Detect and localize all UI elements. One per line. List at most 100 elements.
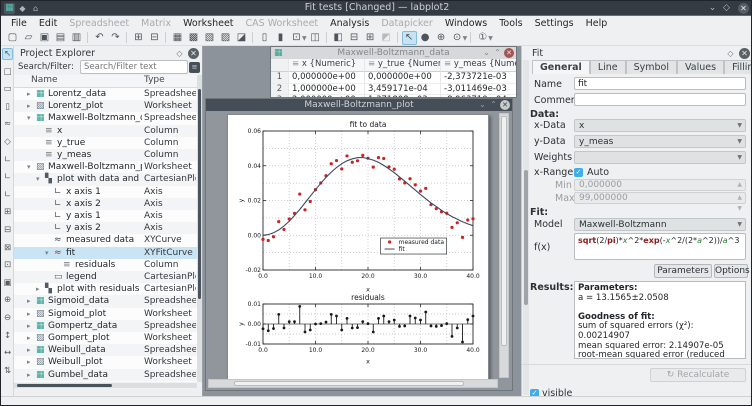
new-datapicker-icon[interactable]: ◪ xyxy=(234,31,249,45)
search-input[interactable] xyxy=(80,60,188,74)
add-xy-curve-tool-icon[interactable]: ≈ xyxy=(2,118,13,130)
collapse-icon[interactable]: ▾ xyxy=(27,161,31,173)
max-field[interactable]: 99,000000▲▼ xyxy=(574,192,746,204)
tree-header-name[interactable]: Name xyxy=(31,75,58,85)
cell[interactable]: -8,963710e-04 xyxy=(441,95,516,97)
auto-checkbox[interactable]: ✓ xyxy=(574,168,583,177)
cell[interactable]: -3,011469e-03 xyxy=(441,84,516,96)
close-dock-icon[interactable]: ✕ xyxy=(739,48,750,59)
expand-horizontal-tool-icon[interactable]: ↔ xyxy=(2,347,13,359)
name-field[interactable] xyxy=(574,77,746,90)
tree-item-maxwell-boltzmann-data[interactable]: ▾▦Maxwell-Boltzmann_dataSpreadsheet xyxy=(14,112,197,124)
worksheet-window[interactable]: Maxwell-Boltzmann_plot ⌄ ⌃ ✕ fit to data… xyxy=(205,98,513,391)
expand-vertical-tool-icon[interactable]: ↕ xyxy=(2,330,13,342)
window-titlebar[interactable]: ▦ ◆ ⌂ Fit tests [Changed] — labplot2 ⌄ ◇… xyxy=(1,1,752,16)
column-header-y_meas[interactable]: ≡ y_meas {Numeric} xyxy=(441,59,516,72)
redo-icon[interactable]: ↷ xyxy=(108,31,123,45)
add-axis-tool-icon[interactable]: ∟ xyxy=(2,154,13,166)
filter-options-button[interactable]: ≡ xyxy=(189,62,200,73)
tree-header[interactable]: Name Type xyxy=(14,75,197,88)
add-symbol-tool-icon[interactable]: ◇ xyxy=(2,136,13,148)
worksheet-horizontal-scrollbar[interactable] xyxy=(208,379,498,388)
model-combo[interactable]: Maxwell-Boltzmann▼ xyxy=(574,218,746,231)
zoom-out-tool-icon[interactable]: ⊟ xyxy=(2,224,13,236)
results-box[interactable]: Parameters:a = 13.1565±2.0508 Goodness o… xyxy=(574,281,746,359)
split-top-bottom-icon[interactable]: ⊟ xyxy=(347,31,362,45)
tree-header-type[interactable]: Type xyxy=(144,75,165,85)
zoom-in-tool-icon[interactable]: ⊞ xyxy=(2,206,13,218)
expand-icon[interactable]: ▸ xyxy=(27,356,31,368)
spreadsheet-restore-icon[interactable]: ⌃ xyxy=(492,47,503,59)
zoom-fit-selection-tool-icon[interactable]: ▣ xyxy=(2,277,13,289)
expand-icon[interactable]: ▸ xyxy=(27,344,31,356)
zoom-origin-tool-icon[interactable]: ⊠ xyxy=(2,242,13,254)
open-project-icon[interactable]: ▱ xyxy=(21,31,36,45)
new-project-icon[interactable]: ▢ xyxy=(5,31,20,45)
menu-tools[interactable]: Tools xyxy=(493,17,528,30)
tree-item-lorentz-data[interactable]: ▸▦Lorentz_dataSpreadsheet xyxy=(14,88,197,100)
cell[interactable]: 1,371808e-03 xyxy=(365,95,441,97)
dock-scrollbar[interactable] xyxy=(523,60,529,395)
menu-settings[interactable]: Settings xyxy=(529,17,580,30)
menu-windows[interactable]: Windows xyxy=(439,17,493,30)
split-left-right-icon[interactable]: ◧ xyxy=(331,31,346,45)
undo-icon[interactable]: ↶ xyxy=(92,31,107,45)
expand-icon[interactable]: ▸ xyxy=(36,283,40,295)
expand-icon[interactable]: ▸ xyxy=(27,295,31,307)
shrink-tool-icon[interactable]: ⇅ xyxy=(2,365,13,377)
comment-field[interactable] xyxy=(574,93,746,106)
formula-editor[interactable]: sqrt(2/pi)*x^2*exp(-x^2/(2*a^2))/a^3 xyxy=(574,233,746,260)
row-number[interactable]: 1 xyxy=(271,72,289,84)
tree-item-gumbel-data[interactable]: ▸▦Gumbel_dataSpreadsheet xyxy=(14,369,197,381)
tree-horizontal-scrollbar[interactable] xyxy=(14,383,197,388)
save-project-icon[interactable]: ▣ xyxy=(37,31,52,45)
print-icon[interactable]: ▤ xyxy=(53,31,68,45)
residuals-plot[interactable]: residuals0.010.020.030.040.0-0.010.000.0… xyxy=(236,293,481,368)
expand-icon[interactable]: ▸ xyxy=(27,100,31,112)
expand-icon[interactable]: ▸ xyxy=(27,88,31,100)
options-button[interactable]: Options xyxy=(714,264,748,278)
zoom-fit-page-tool-icon[interactable]: ⊡ xyxy=(2,259,13,271)
cell[interactable]: 2,000000e+00 xyxy=(289,95,365,97)
new-note-icon[interactable]: ▯ xyxy=(257,31,272,45)
fit-to-data-plot[interactable]: fit to data0.010.020.030.040.0-0.020.000… xyxy=(236,117,481,296)
tree-item-y-true[interactable]: ≡y_trueColumn xyxy=(14,137,197,149)
minimize-button[interactable]: ⌄ xyxy=(706,2,719,15)
tree-vertical-scrollbar[interactable] xyxy=(197,75,202,382)
tab-symbol[interactable]: Symbol xyxy=(626,60,677,74)
add-x-axis-tool-icon[interactable]: ∟ xyxy=(2,171,13,183)
menu-edit[interactable]: Edit xyxy=(33,17,63,30)
navigation-mode-icon[interactable]: ⊕ xyxy=(434,31,449,45)
expand-icon[interactable]: ▸ xyxy=(27,308,31,320)
collapse-icon[interactable]: ▾ xyxy=(36,173,40,185)
tree-item-y-axis-1[interactable]: ∟y axis 1Axis xyxy=(14,210,197,222)
zoom-select-mode-icon[interactable]: ● xyxy=(418,31,433,45)
expand-icon[interactable]: ▸ xyxy=(27,320,31,332)
import-data-dropdown-icon[interactable]: ▼ xyxy=(302,35,307,42)
cell[interactable]: 1,000000e+00 xyxy=(289,84,365,96)
y-data-combo[interactable]: y_meas▼ xyxy=(574,135,746,148)
worksheet-restore-icon[interactable]: ⌃ xyxy=(488,99,499,111)
tree-item-gumbel-plot[interactable]: ▸▧Gumbel_plotWorksheet xyxy=(14,381,197,382)
menu-analysis[interactable]: Analysis xyxy=(324,17,375,30)
maximize-button[interactable]: ◇ xyxy=(720,2,733,15)
print-preview-icon[interactable]: ▥ xyxy=(69,31,84,45)
cell[interactable]: 0,000000e+00 xyxy=(365,72,441,84)
zoom-selection-tool-icon[interactable]: □ xyxy=(2,66,13,78)
tab-line[interactable]: Line xyxy=(590,60,626,74)
presenter-mode-dropdown-icon[interactable]: ▼ xyxy=(488,35,493,42)
tab-values[interactable]: Values xyxy=(677,60,724,74)
new-matrix-icon[interactable]: ▩ xyxy=(186,31,201,45)
spreadsheet-minimize-icon[interactable]: ⌄ xyxy=(481,47,492,59)
zoom-fit-height-tool-icon[interactable]: ⊖ xyxy=(2,312,13,324)
min-field[interactable]: 0,000000▲▼ xyxy=(574,179,746,191)
menu-worksheet[interactable]: Worksheet xyxy=(177,17,239,30)
spreadsheet-window[interactable]: ▦ Maxwell-Boltzmann_data ⌄ ⌃ ✕ ≡ x {Nume… xyxy=(270,46,517,98)
cursor-mode-dropdown-icon[interactable]: ▼ xyxy=(463,35,468,42)
x-data-combo[interactable]: x▼ xyxy=(574,119,746,132)
new-notebook-icon[interactable]: ▨ xyxy=(218,31,233,45)
pointer-tool-icon[interactable]: ↖ xyxy=(2,48,13,60)
tree-item-x[interactable]: ≡xColumn xyxy=(14,125,197,137)
column-header-y_true[interactable]: ≡ y_true {Numeric} xyxy=(365,59,441,72)
cell[interactable]: 3,459171e-04 xyxy=(365,84,441,96)
